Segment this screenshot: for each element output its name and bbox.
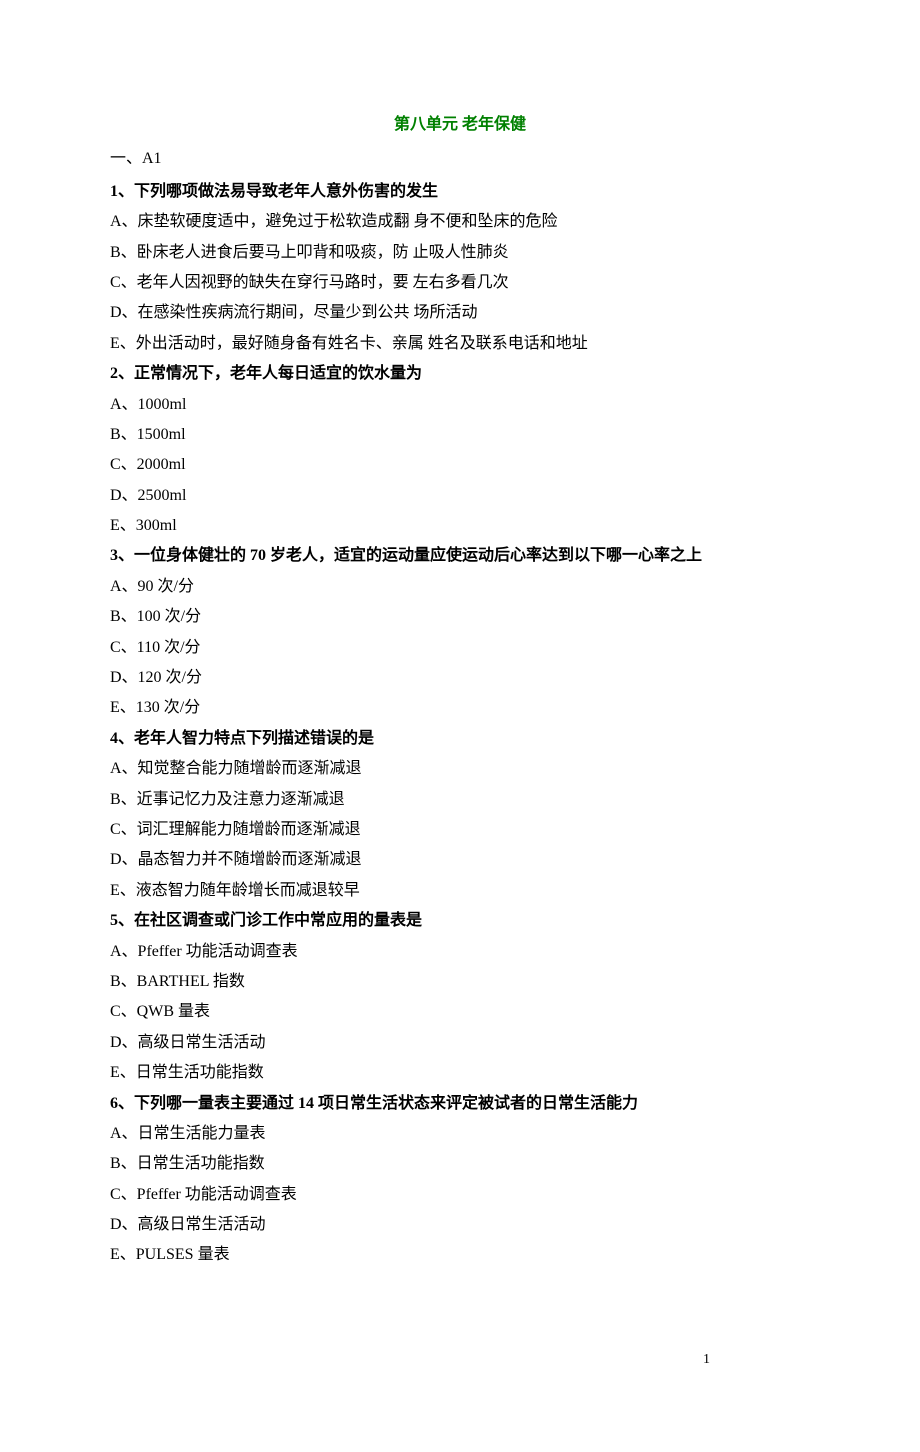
question-option: C、词汇理解能力随增龄而逐渐减退 [110,815,810,845]
question-option: B、1500ml [110,420,810,450]
question-option: A、知觉整合能力随增龄而逐渐减退 [110,754,810,784]
question-option: C、110 次/分 [110,633,810,663]
question-option: D、高级日常生活活动 [110,1210,810,1240]
question-option: E、外出活动时，最好随身备有姓名卡、亲属 姓名及联系电话和地址 [110,329,810,359]
question-option: A、Pfeffer 功能活动调查表 [110,937,810,967]
question-option: D、高级日常生活活动 [110,1028,810,1058]
question-option: A、床垫软硬度适中，避免过于松软造成翻 身不便和坠床的危险 [110,207,810,237]
question-stem: 3、一位身体健壮的 70 岁老人，适宜的运动量应使运动后心率达到以下哪一心率之上 [110,541,810,571]
question-option: B、卧床老人进食后要马上叩背和吸痰，防 止吸人性肺炎 [110,238,810,268]
question-option: B、BARTHEL 指数 [110,967,810,997]
question-option: E、300ml [110,511,810,541]
question-option: E、液态智力随年龄增长而减退较早 [110,876,810,906]
question-option: E、日常生活功能指数 [110,1058,810,1088]
question-option: B、日常生活功能指数 [110,1149,810,1179]
section-type-label: 一、A1 [110,144,810,174]
question-option: D、2500ml [110,481,810,511]
question-stem: 1、下列哪项做法易导致老年人意外伤害的发生 [110,177,810,207]
question-stem: 6、下列哪一量表主要通过 14 项日常生活状态来评定被试者的日常生活能力 [110,1089,810,1119]
unit-title: 第八单元 老年保健 [110,110,810,140]
question-option: E、PULSES 量表 [110,1240,810,1270]
question-stem: 5、在社区调查或门诊工作中常应用的量表是 [110,906,810,936]
question-option: D、在感染性疾病流行期间，尽量少到公共 场所活动 [110,298,810,328]
question-option: A、1000ml [110,390,810,420]
question-option: C、Pfeffer 功能活动调查表 [110,1180,810,1210]
question-stem: 4、老年人智力特点下列描述错误的是 [110,724,810,754]
question-option: C、QWB 量表 [110,997,810,1027]
question-option: C、2000ml [110,450,810,480]
question-option: B、近事记忆力及注意力逐渐减退 [110,785,810,815]
question-option: C、老年人因视野的缺失在穿行马路时，要 左右多看几次 [110,268,810,298]
question-option: D、120 次/分 [110,663,810,693]
question-option: B、100 次/分 [110,602,810,632]
question-option: A、90 次/分 [110,572,810,602]
question-stem: 2、正常情况下，老年人每日适宜的饮水量为 [110,359,810,389]
question-option: D、晶态智力并不随增龄而逐渐减退 [110,845,810,875]
question-option: A、日常生活能力量表 [110,1119,810,1149]
page-number: 1 [703,1347,710,1374]
question-option: E、130 次/分 [110,693,810,723]
